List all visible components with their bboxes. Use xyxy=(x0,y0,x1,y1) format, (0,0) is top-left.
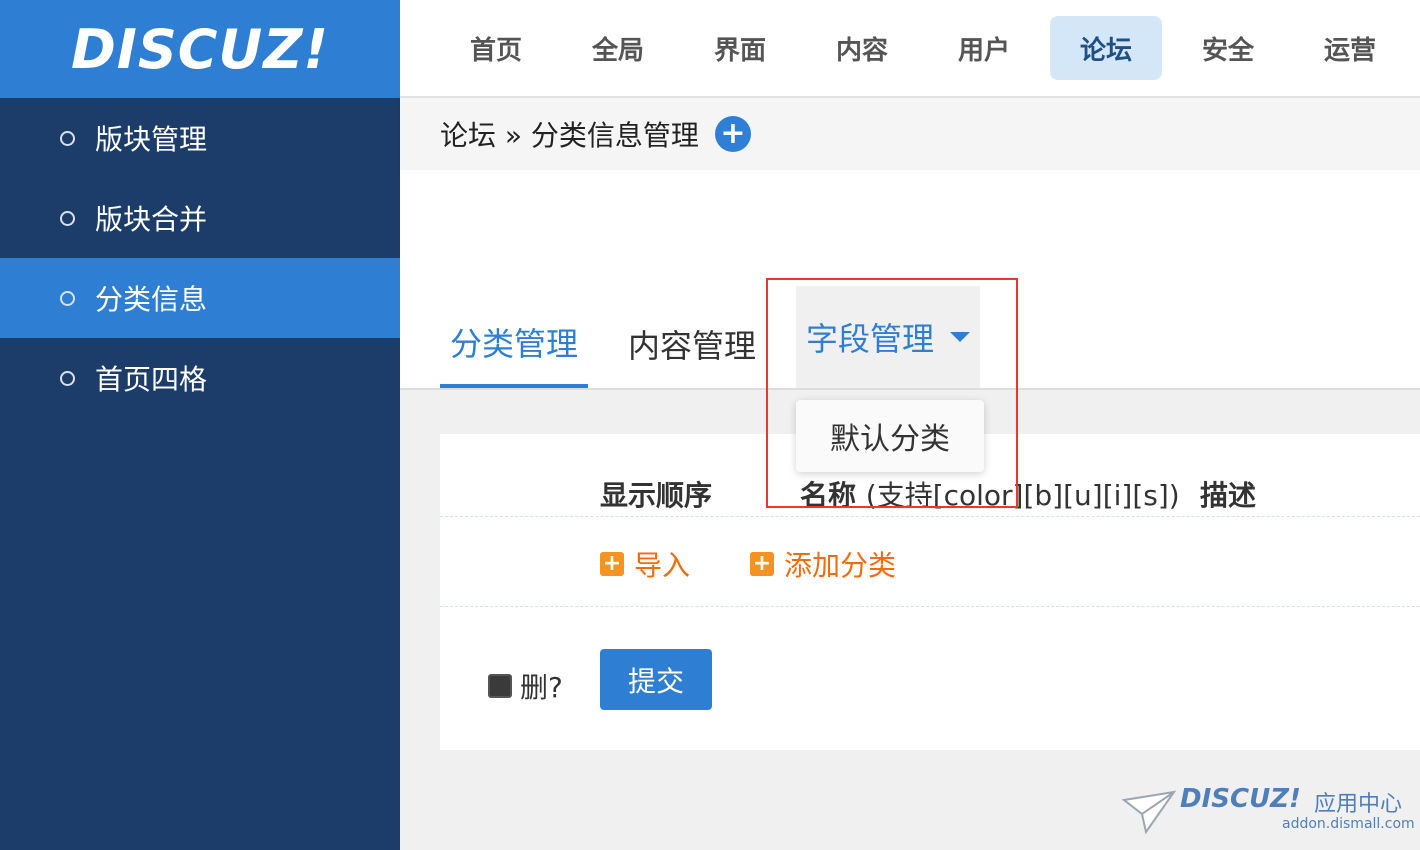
sidebar-item-home-grid[interactable]: 首页四格 xyxy=(0,338,400,418)
tab-field-manage[interactable]: 字段管理 xyxy=(796,286,981,388)
sidebar-item-thread-types[interactable]: 分类信息 xyxy=(0,258,400,338)
circle-bullet-icon xyxy=(60,290,75,306)
circle-bullet-icon xyxy=(60,370,75,386)
row-divider xyxy=(440,606,1420,607)
sidebar-item-forum-manage[interactable]: 版块管理 xyxy=(0,98,400,178)
header-display-order: 显示顺序 xyxy=(600,479,713,512)
nav-users[interactable]: 用户 xyxy=(928,16,1040,80)
add-category-link[interactable]: + 添加分类 xyxy=(750,544,896,584)
watermark: DISCUZ! 应用中心 addon.dismall.com xyxy=(1122,784,1415,840)
watermark-logo: DISCUZ! xyxy=(1180,784,1301,814)
sidebar-item-label: 分类信息 xyxy=(95,283,208,316)
nav-forum[interactable]: 论坛 xyxy=(1050,16,1162,80)
nav-home[interactable]: 首页 xyxy=(440,16,552,80)
sidebar: DISCUZ! 版块管理 版块合并 分类信息 首页四格 xyxy=(0,0,400,850)
sidebar-item-label: 版块合并 xyxy=(95,203,208,236)
watermark-url: addon.dismall.com xyxy=(1282,816,1415,832)
header-name-hint: (支持[color][b][u][i][s]) xyxy=(865,479,1180,512)
dropdown-option-default-category[interactable]: 默认分类 xyxy=(796,400,984,472)
header-description: 描述 xyxy=(1200,479,1257,512)
category-table: 显示顺序 名称 (支持[color][b][u][i][s]) 描述 + 导入 … xyxy=(440,434,1420,750)
circle-bullet-icon xyxy=(60,130,75,146)
nav-content[interactable]: 内容 xyxy=(806,16,918,80)
circle-bullet-icon xyxy=(60,210,75,226)
breadcrumb-text: 论坛 » 分类信息管理 xyxy=(440,119,699,152)
top-nav: 首页 全局 界面 内容 用户 论坛 安全 运营 xyxy=(400,0,1420,98)
plus-square-icon: + xyxy=(750,552,774,576)
import-label: 导入 xyxy=(634,549,691,582)
nav-interface[interactable]: 界面 xyxy=(684,16,796,80)
delete-label: 删? xyxy=(520,671,563,704)
header-name: 名称 (支持[color][b][u][i][s]) xyxy=(800,474,1180,514)
nav-security[interactable]: 安全 xyxy=(1172,16,1284,80)
add-category-label: 添加分类 xyxy=(784,549,897,582)
caret-down-icon xyxy=(950,332,971,342)
sidebar-item-label: 首页四格 xyxy=(95,363,208,396)
logo[interactable]: DISCUZ! xyxy=(0,0,400,98)
tab-field-manage-label: 字段管理 xyxy=(806,320,935,358)
row-divider xyxy=(440,516,1420,517)
submit-button[interactable]: 提交 xyxy=(600,649,712,710)
delete-checkbox[interactable] xyxy=(488,674,512,698)
nav-operations[interactable]: 运营 xyxy=(1294,16,1406,80)
tab-category-manage[interactable]: 分类管理 xyxy=(440,300,589,388)
watermark-subtitle: 应用中心 xyxy=(1314,792,1403,817)
sidebar-item-forum-merge[interactable]: 版块合并 xyxy=(0,178,400,258)
plus-circle-icon[interactable]: + xyxy=(714,116,751,152)
sidebar-item-label: 版块管理 xyxy=(95,123,208,156)
import-link[interactable]: + 导入 xyxy=(600,544,690,584)
tab-content-manage[interactable]: 内容管理 xyxy=(628,300,756,388)
logo-text: DISCUZ! xyxy=(70,17,330,81)
breadcrumb: 论坛 » 分类信息管理 + xyxy=(400,98,1420,170)
paper-plane-icon xyxy=(1122,790,1176,834)
header-name-label: 名称 xyxy=(800,479,857,512)
delete-selector: 删? xyxy=(488,666,563,706)
plus-square-icon: + xyxy=(600,552,624,576)
nav-global[interactable]: 全局 xyxy=(562,16,674,80)
